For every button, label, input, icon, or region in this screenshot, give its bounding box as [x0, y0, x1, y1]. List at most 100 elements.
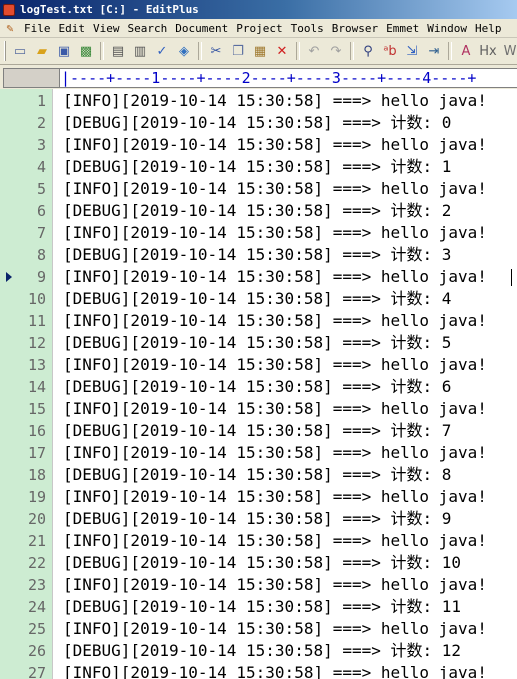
spell-check-icon[interactable]: ✓ [152, 41, 172, 61]
line-text[interactable]: [INFO][2019-10-14 15:30:58] ===> hello j… [63, 442, 487, 464]
ruler-row: |----+----1----+----2----+----3----+----… [0, 65, 517, 89]
menu-project[interactable]: Project [232, 22, 286, 35]
new-file-icon[interactable]: ▭ [10, 41, 30, 61]
editor-line[interactable]: 23 [INFO][2019-10-14 15:30:58] ===> hello… [0, 574, 517, 596]
delete-icon[interactable]: ✕ [272, 41, 292, 61]
print-preview-icon[interactable]: ▤ [108, 41, 128, 61]
editor-line[interactable]: 17 [INFO][2019-10-14 15:30:58] ===> hello… [0, 442, 517, 464]
line-text[interactable]: [INFO][2019-10-14 15:30:58] ===> hello j… [63, 222, 487, 244]
line-text[interactable]: [INFO][2019-10-14 15:30:58] ===> hello j… [63, 134, 487, 156]
line-text[interactable]: [DEBUG][2019-10-14 15:30:58] ===> 计数: 10 [63, 552, 461, 574]
title-bar[interactable]: logTest.txt [C:] - EditPlus [0, 0, 517, 19]
line-text[interactable]: [INFO][2019-10-14 15:30:58] ===> hello j… [63, 90, 487, 112]
find-icon[interactable]: ⚲ [358, 41, 378, 61]
line-text[interactable]: [INFO][2019-10-14 15:30:58] ===> hello j… [63, 354, 487, 376]
line-text[interactable]: [DEBUG][2019-10-14 15:30:58] ===> 计数: 3 [63, 244, 451, 266]
editor-line[interactable]: 18 [DEBUG][2019-10-14 15:30:58] ===> 计数: … [0, 464, 517, 486]
menu-help[interactable]: Help [471, 22, 506, 35]
line-text[interactable]: [DEBUG][2019-10-14 15:30:58] ===> 计数: 9 [63, 508, 451, 530]
line-text[interactable]: [DEBUG][2019-10-14 15:30:58] ===> 计数: 4 [63, 288, 451, 310]
menu-browser[interactable]: Browser [328, 22, 382, 35]
line-text[interactable]: [INFO][2019-10-14 15:30:58] ===> hello j… [63, 310, 487, 332]
editor-line[interactable]: 9 [INFO][2019-10-14 15:30:58] ===> hello … [0, 266, 517, 288]
line-text[interactable]: [DEBUG][2019-10-14 15:30:58] ===> 计数: 5 [63, 332, 451, 354]
editor-line[interactable]: 13 [INFO][2019-10-14 15:30:58] ===> hello… [0, 354, 517, 376]
editor-line[interactable]: 1 [INFO][2019-10-14 15:30:58] ===> hello … [0, 90, 517, 112]
line-number: 3 [36, 136, 46, 154]
menu-window[interactable]: Window [423, 22, 471, 35]
save-icon[interactable]: ▣ [54, 41, 74, 61]
menu-emmet[interactable]: Emmet [382, 22, 423, 35]
cut-icon[interactable]: ✂ [206, 41, 226, 61]
browser-preview-icon[interactable]: ◈ [174, 41, 194, 61]
toolbar-separator [198, 42, 202, 60]
editplus-app-icon [3, 3, 15, 16]
editor-line[interactable]: 12 [DEBUG][2019-10-14 15:30:58] ===> 计数: … [0, 332, 517, 354]
editor-line[interactable]: 19 [INFO][2019-10-14 15:30:58] ===> hello… [0, 486, 517, 508]
menu-search[interactable]: Search [124, 22, 172, 35]
editor-area[interactable]: 1 [INFO][2019-10-14 15:30:58] ===> hello … [0, 89, 517, 679]
print-icon[interactable]: ▥ [130, 41, 150, 61]
line-text[interactable]: [INFO][2019-10-14 15:30:58] ===> hello j… [63, 398, 487, 420]
line-text[interactable]: [DEBUG][2019-10-14 15:30:58] ===> 计数: 11 [63, 596, 461, 618]
word-wrap-icon[interactable]: W [500, 41, 517, 61]
menu-view[interactable]: View [89, 22, 124, 35]
redo-icon[interactable]: ↷ [326, 41, 346, 61]
line-text[interactable]: [DEBUG][2019-10-14 15:30:58] ===> 计数: 8 [63, 464, 451, 486]
menu-tools[interactable]: Tools [287, 22, 328, 35]
line-text[interactable]: [DEBUG][2019-10-14 15:30:58] ===> 计数: 1 [63, 156, 451, 178]
replace-icon[interactable]: ᵃb [380, 41, 400, 61]
editor-line[interactable]: 26 [DEBUG][2019-10-14 15:30:58] ===> 计数: … [0, 640, 517, 662]
line-number: 1 [36, 92, 46, 110]
editor-line[interactable]: 5 [INFO][2019-10-14 15:30:58] ===> hello … [0, 178, 517, 200]
indent-icon[interactable]: ⇥ [424, 41, 444, 61]
font-icon[interactable]: A [456, 41, 476, 61]
line-text[interactable]: [INFO][2019-10-14 15:30:58] ===> hello j… [63, 618, 487, 640]
editor-line[interactable]: 3 [INFO][2019-10-14 15:30:58] ===> hello … [0, 134, 517, 156]
line-number: 21 [27, 532, 46, 550]
editor-line[interactable]: 2 [DEBUG][2019-10-14 15:30:58] ===> 计数: 0 [0, 112, 517, 134]
paste-icon[interactable]: ▦ [250, 41, 270, 61]
toolbar-grip[interactable] [4, 41, 6, 61]
editor-line[interactable]: 24 [DEBUG][2019-10-14 15:30:58] ===> 计数: … [0, 596, 517, 618]
undo-icon[interactable]: ↶ [304, 41, 324, 61]
toolbar-separator [448, 42, 452, 60]
line-number: 13 [27, 356, 46, 374]
editor-line[interactable]: 22 [DEBUG][2019-10-14 15:30:58] ===> 计数: … [0, 552, 517, 574]
goto-icon[interactable]: ⇲ [402, 41, 422, 61]
line-text[interactable]: [INFO][2019-10-14 15:30:58] ===> hello j… [63, 178, 487, 200]
pencil-icon: ✎ [6, 21, 14, 35]
copy-icon[interactable]: ❐ [228, 41, 248, 61]
editor-line[interactable]: 4 [DEBUG][2019-10-14 15:30:58] ===> 计数: 1 [0, 156, 517, 178]
editor-line[interactable]: 6 [DEBUG][2019-10-14 15:30:58] ===> 计数: 2 [0, 200, 517, 222]
editor-line[interactable]: 14 [DEBUG][2019-10-14 15:30:58] ===> 计数: … [0, 376, 517, 398]
menu-edit[interactable]: Edit [55, 22, 90, 35]
save-all-icon[interactable]: ▩ [76, 41, 96, 61]
line-number: 9 [36, 268, 46, 286]
line-text[interactable]: [INFO][2019-10-14 15:30:58] ===> hello j… [63, 662, 487, 679]
editor-line[interactable]: 7 [INFO][2019-10-14 15:30:58] ===> hello … [0, 222, 517, 244]
line-text[interactable]: [INFO][2019-10-14 15:30:58] ===> hello j… [63, 486, 487, 508]
line-text[interactable]: [DEBUG][2019-10-14 15:30:58] ===> 计数: 6 [63, 376, 451, 398]
line-text[interactable]: [DEBUG][2019-10-14 15:30:58] ===> 计数: 12 [63, 640, 461, 662]
html-toolbar-icon[interactable]: Hx [478, 41, 498, 61]
open-folder-icon[interactable]: ▰ [32, 41, 52, 61]
line-text[interactable]: [DEBUG][2019-10-14 15:30:58] ===> 计数: 7 [63, 420, 451, 442]
line-text[interactable]: [INFO][2019-10-14 15:30:58] ===> hello j… [63, 530, 487, 552]
editor-line[interactable]: 8 [DEBUG][2019-10-14 15:30:58] ===> 计数: 3 [0, 244, 517, 266]
editor-line[interactable]: 16 [DEBUG][2019-10-14 15:30:58] ===> 计数: … [0, 420, 517, 442]
menu-document[interactable]: Document [171, 22, 232, 35]
editor-line[interactable]: 11 [INFO][2019-10-14 15:30:58] ===> hello… [0, 310, 517, 332]
editor-line[interactable]: 10 [DEBUG][2019-10-14 15:30:58] ===> 计数: … [0, 288, 517, 310]
line-text[interactable]: [INFO][2019-10-14 15:30:58] ===> hello j… [63, 574, 487, 596]
editor-line[interactable]: 15 [INFO][2019-10-14 15:30:58] ===> hello… [0, 398, 517, 420]
ruler-corner [3, 68, 60, 88]
line-text[interactable]: [DEBUG][2019-10-14 15:30:58] ===> 计数: 2 [63, 200, 451, 222]
line-text[interactable]: [DEBUG][2019-10-14 15:30:58] ===> 计数: 0 [63, 112, 451, 134]
editor-line[interactable]: 27 [INFO][2019-10-14 15:30:58] ===> hello… [0, 662, 517, 679]
editor-line[interactable]: 21 [INFO][2019-10-14 15:30:58] ===> hello… [0, 530, 517, 552]
line-text[interactable]: [INFO][2019-10-14 15:30:58] ===> hello j… [63, 266, 487, 288]
menu-file[interactable]: File [20, 22, 55, 35]
editor-line[interactable]: 20 [DEBUG][2019-10-14 15:30:58] ===> 计数: … [0, 508, 517, 530]
editor-line[interactable]: 25 [INFO][2019-10-14 15:30:58] ===> hello… [0, 618, 517, 640]
